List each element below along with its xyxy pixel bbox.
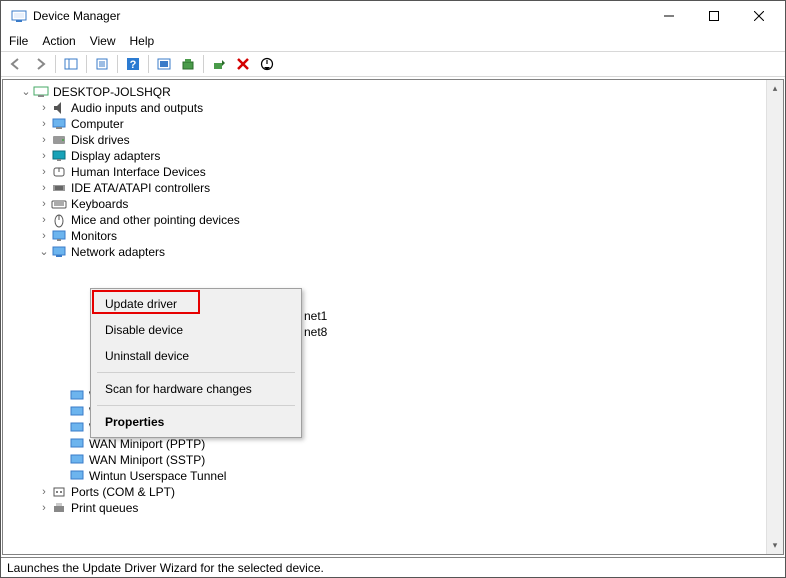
update-driver-button[interactable]: [177, 53, 199, 75]
device-manager-window: Device Manager File Action View Help ?: [0, 0, 786, 578]
tree-category[interactable]: ›Keyboards: [7, 196, 783, 212]
tree-category[interactable]: ›Disk drives: [7, 132, 783, 148]
chevron-right-icon[interactable]: ›: [37, 132, 51, 148]
svg-text:?: ?: [130, 59, 137, 71]
minimize-button[interactable]: [646, 2, 691, 30]
tree-category[interactable]: ›Monitors: [7, 228, 783, 244]
display-icon: [51, 148, 67, 164]
back-button[interactable]: [5, 53, 27, 75]
context-menu: Update driver Disable device Uninstall d…: [90, 288, 302, 438]
titlebar: Device Manager: [1, 1, 785, 31]
menu-file[interactable]: File: [9, 34, 28, 48]
chevron-right-icon[interactable]: ›: [37, 228, 51, 244]
ctx-scan-hardware[interactable]: Scan for hardware changes: [93, 376, 299, 402]
app-icon: [11, 8, 27, 24]
tree-device[interactable]: WAN Miniport (PPTP): [7, 436, 783, 452]
uninstall-device-button[interactable]: [232, 53, 254, 75]
chevron-right-icon[interactable]: ›: [37, 484, 51, 500]
network-icon: [51, 244, 67, 260]
properties-button[interactable]: [91, 53, 113, 75]
tree-category[interactable]: ›IDE ATA/ATAPI controllers: [7, 180, 783, 196]
chevron-down-icon[interactable]: ⌄: [19, 84, 33, 100]
tree-category[interactable]: ›Print queues: [7, 500, 783, 516]
network-adapter-icon: [69, 420, 85, 436]
show-hide-console-tree-button[interactable]: [60, 53, 82, 75]
keyboard-icon: [51, 196, 67, 212]
chevron-right-icon[interactable]: ›: [37, 100, 51, 116]
partial-device-label: net8: [304, 324, 327, 340]
printer-icon: [51, 500, 67, 516]
chevron-right-icon[interactable]: ›: [37, 212, 51, 228]
disk-icon: [51, 132, 67, 148]
tree-category[interactable]: ›Mice and other pointing devices: [7, 212, 783, 228]
menu-action[interactable]: Action: [42, 34, 75, 48]
menu-help[interactable]: Help: [130, 34, 155, 48]
help-button[interactable]: ?: [122, 53, 144, 75]
menu-view[interactable]: View: [90, 34, 116, 48]
tree-pane: ⌄ DESKTOP-JOLSHQR ›Audio inputs and outp…: [2, 79, 784, 555]
scan-hardware-button[interactable]: [153, 53, 175, 75]
vertical-scrollbar[interactable]: ▴ ▾: [766, 80, 783, 554]
chevron-right-icon[interactable]: ›: [37, 116, 51, 132]
status-text: Launches the Update Driver Wizard for th…: [7, 561, 324, 575]
scroll-down-button[interactable]: ▾: [767, 537, 783, 554]
menubar: File Action View Help: [1, 31, 785, 51]
ctx-separator: [97, 372, 295, 373]
ports-icon: [51, 484, 67, 500]
tree-category[interactable]: ›Display adapters: [7, 148, 783, 164]
hid-icon: [51, 164, 67, 180]
tree-root-label: DESKTOP-JOLSHQR: [53, 84, 171, 100]
tree-category[interactable]: ›Human Interface Devices: [7, 164, 783, 180]
tree-category-network[interactable]: ⌄Network adapters: [7, 244, 783, 260]
network-adapter-icon: [69, 468, 85, 484]
network-adapter-icon: [69, 452, 85, 468]
scroll-up-button[interactable]: ▴: [767, 80, 783, 97]
network-adapter-icon: [69, 388, 85, 404]
ctx-uninstall-device[interactable]: Uninstall device: [93, 343, 299, 369]
disable-device-button[interactable]: [256, 53, 278, 75]
tree-category[interactable]: ›Ports (COM & LPT): [7, 484, 783, 500]
network-adapter-icon: [69, 404, 85, 420]
chevron-right-icon[interactable]: ›: [37, 180, 51, 196]
window-title: Device Manager: [33, 9, 646, 23]
tree-root[interactable]: ⌄ DESKTOP-JOLSHQR: [7, 84, 783, 100]
chevron-down-icon[interactable]: ⌄: [37, 244, 51, 260]
tree-device[interactable]: WAN Miniport (SSTP): [7, 452, 783, 468]
chevron-right-icon[interactable]: ›: [37, 196, 51, 212]
audio-icon: [51, 100, 67, 116]
ide-icon: [51, 180, 67, 196]
ctx-disable-device[interactable]: Disable device: [93, 317, 299, 343]
toolbar: ?: [1, 51, 785, 77]
chevron-right-icon[interactable]: ›: [37, 500, 51, 516]
tree-category[interactable]: ›Audio inputs and outputs: [7, 100, 783, 116]
mouse-icon: [51, 212, 67, 228]
computer-icon: [33, 84, 49, 100]
computer-category-icon: [51, 116, 67, 132]
tree-device[interactable]: Wintun Userspace Tunnel: [7, 468, 783, 484]
ctx-properties[interactable]: Properties: [93, 409, 299, 435]
ctx-separator: [97, 405, 295, 406]
partial-device-label: net1: [304, 308, 327, 324]
ctx-update-driver[interactable]: Update driver: [93, 291, 299, 317]
chevron-right-icon[interactable]: ›: [37, 148, 51, 164]
tree-category[interactable]: ›Computer: [7, 116, 783, 132]
forward-button[interactable]: [29, 53, 51, 75]
close-button[interactable]: [736, 2, 781, 30]
statusbar: Launches the Update Driver Wizard for th…: [1, 557, 785, 577]
chevron-right-icon[interactable]: ›: [37, 164, 51, 180]
network-adapter-icon: [69, 436, 85, 452]
monitor-icon: [51, 228, 67, 244]
enable-device-button[interactable]: [208, 53, 230, 75]
maximize-button[interactable]: [691, 2, 736, 30]
